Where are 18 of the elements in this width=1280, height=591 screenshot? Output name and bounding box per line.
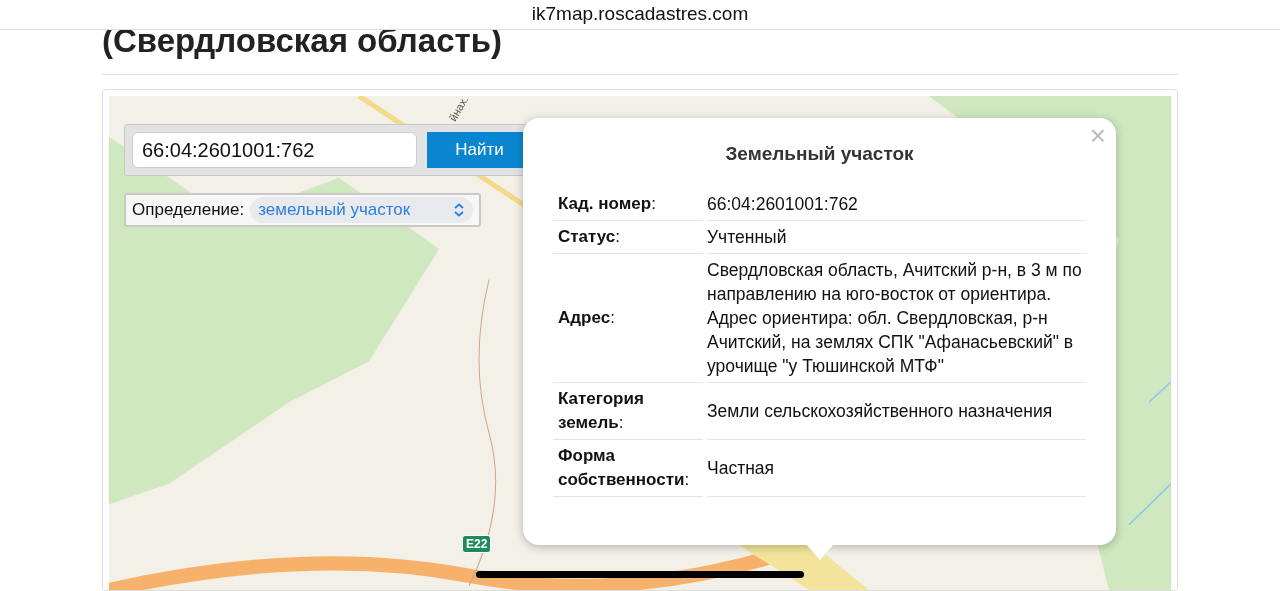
field-label: Кад. номер: xyxy=(558,193,656,215)
field-label: Адрес: xyxy=(558,307,615,329)
field-value: Частная xyxy=(707,457,775,480)
field-label: Форма собственности: xyxy=(558,445,691,491)
field-value: Учтенный xyxy=(707,226,787,249)
field-value: Земли сельскохозяйственного назначения xyxy=(707,400,1053,423)
search-field[interactable]: 66:04:2601001:762 xyxy=(132,132,417,168)
url-text[interactable]: ik7map.roscadastres.com xyxy=(531,0,749,29)
road-shield: E22 xyxy=(462,535,492,553)
field-value: Свердловская область, Ачитский р-н, в 3 м по направлению на юго-восток от ориентира. Адрес ориентира: обл. Свердловская, р-н Ачитский, на землях СПК "Афанасьевский" в урочище "у Тюшинской МТФ" xyxy=(707,259,1082,378)
updown-chevron-icon xyxy=(453,203,465,217)
definition-label: Определение: xyxy=(132,199,245,222)
field-value: 66:04:2601001:762 xyxy=(707,193,858,216)
field-label: Категория земель: xyxy=(558,388,645,434)
page-heading: (Свердловская область) xyxy=(102,22,502,60)
field-label: Статус: xyxy=(558,226,621,248)
popup-title: Земельный участок xyxy=(724,142,915,166)
definition-select[interactable]: земельный участок xyxy=(250,197,473,223)
